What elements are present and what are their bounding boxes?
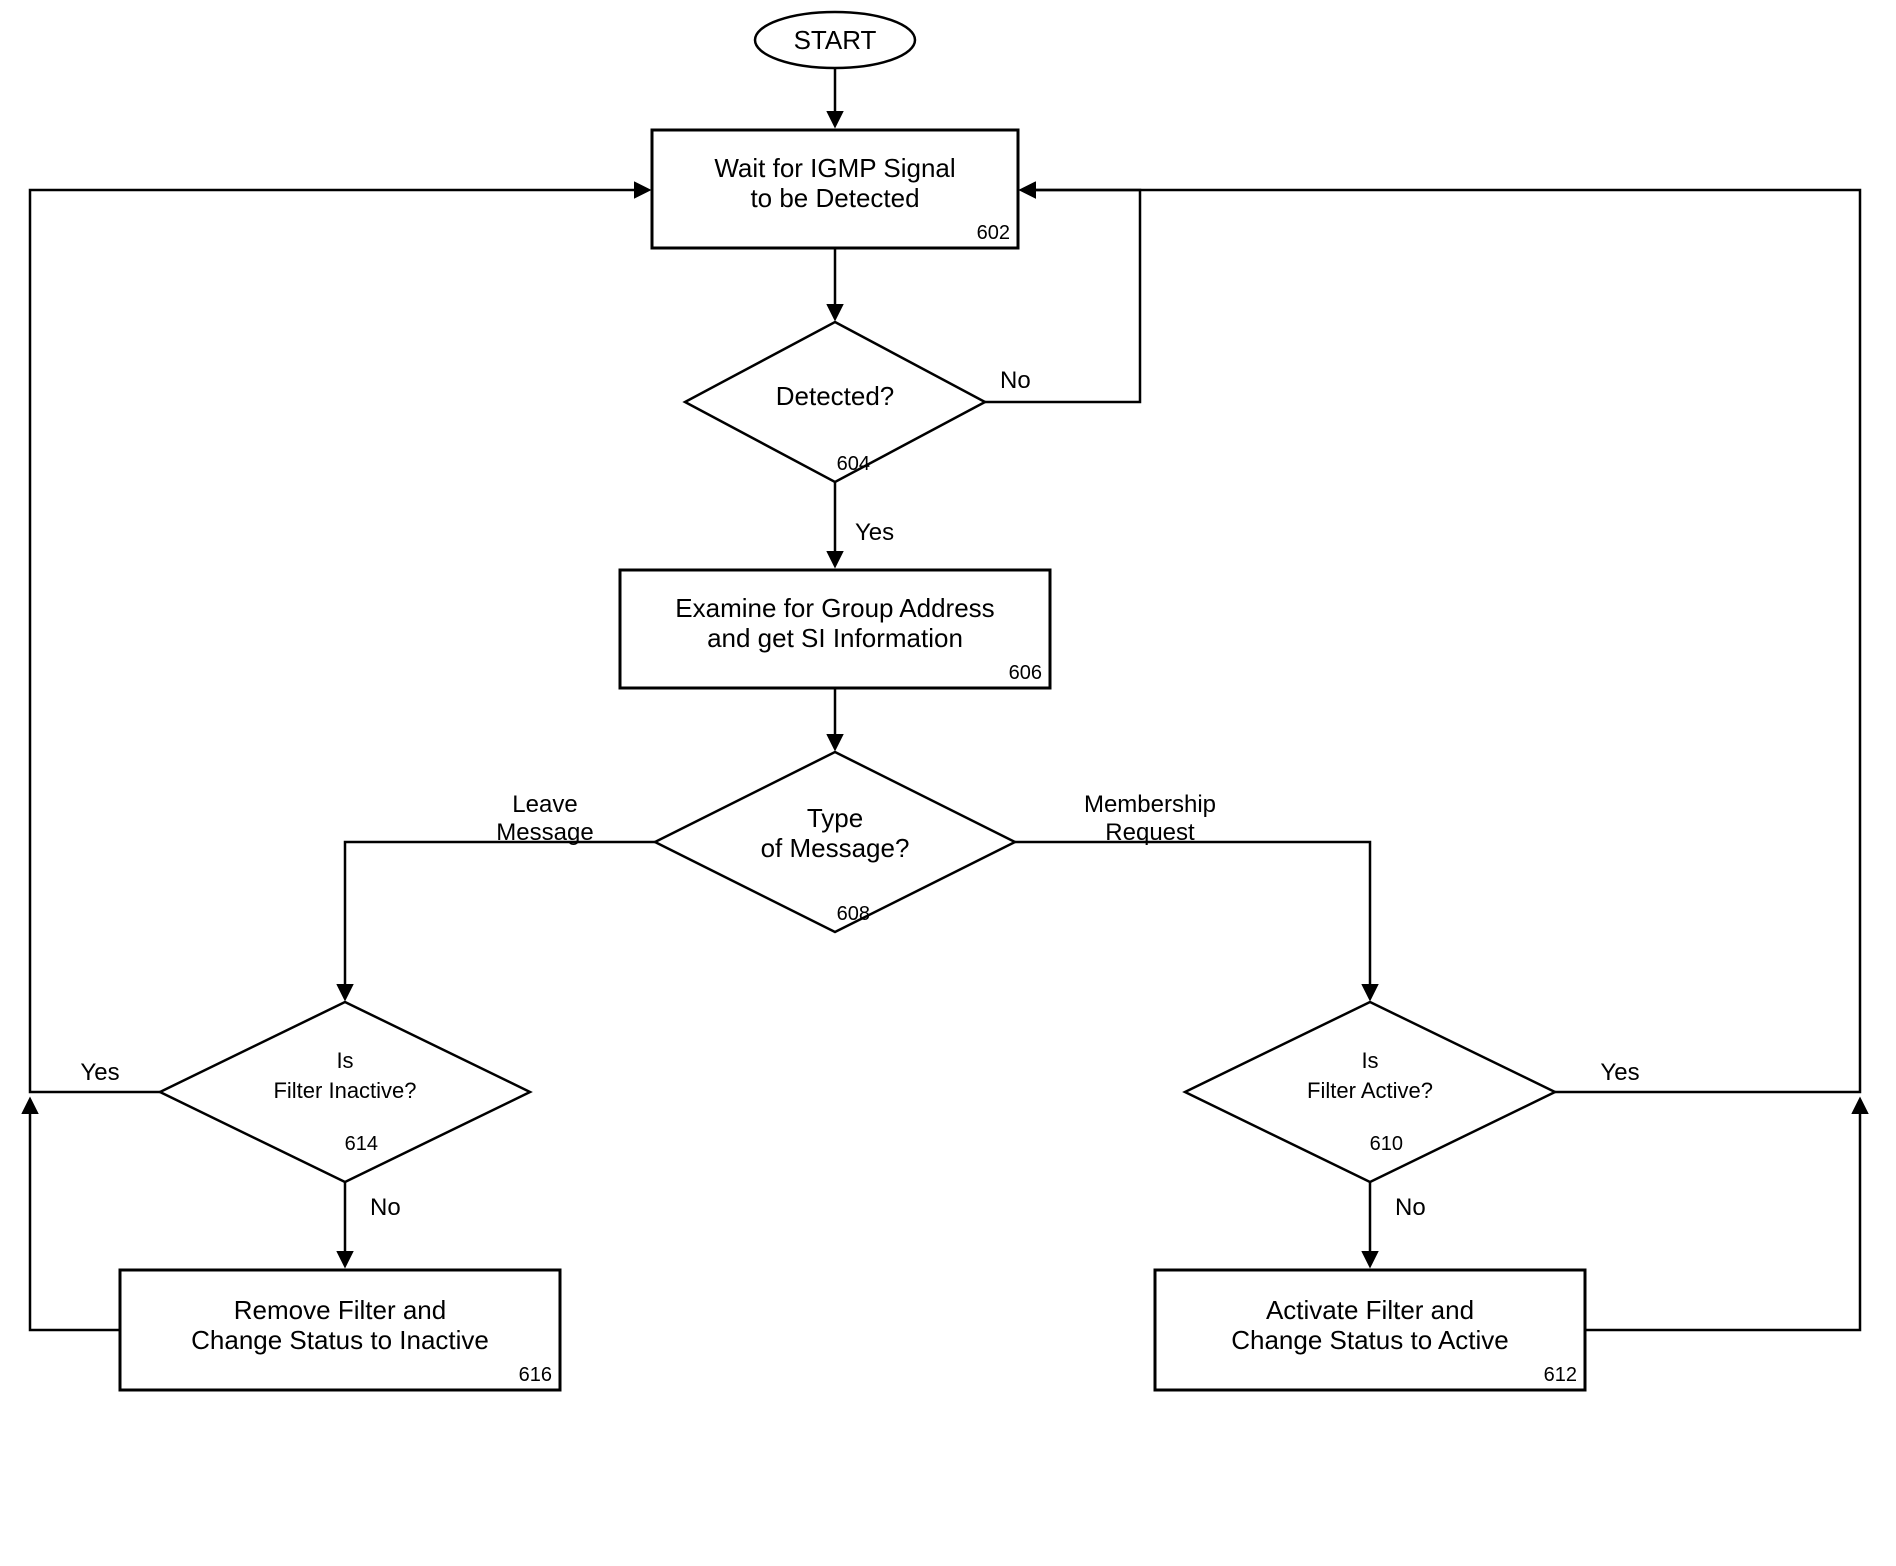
node-616-line2: Change Status to Inactive <box>191 1325 489 1355</box>
edge-608-mem-l1: Membership <box>1084 791 1216 818</box>
edge-610-no-label: No <box>1395 1194 1426 1221</box>
node-608-ref: 608 <box>837 903 870 925</box>
node-612-ref: 612 <box>1544 1364 1577 1386</box>
node-612-line2: Change Status to Active <box>1231 1325 1509 1355</box>
edge-608-leave-l2: Message <box>496 819 593 846</box>
edge-616-return <box>30 1100 120 1330</box>
edge-614-yes-label: Yes <box>80 1059 119 1086</box>
node-606-line2: and get SI Information <box>707 623 963 653</box>
node-606: Examine for Group Address and get SI Inf… <box>620 570 1050 688</box>
node-608-line2: of Message? <box>761 833 910 863</box>
node-602-ref: 602 <box>977 222 1010 244</box>
node-614-line1: Is <box>336 1048 353 1073</box>
node-610: Is Filter Active? 610 <box>1185 1002 1555 1182</box>
node-602-line1: Wait for IGMP Signal <box>714 153 955 183</box>
edge-608-membership <box>1015 842 1370 998</box>
node-608: Type of Message? 608 <box>655 752 1015 932</box>
node-606-line1: Examine for Group Address <box>675 593 994 623</box>
edge-608-mem-l2: Request <box>1105 819 1195 846</box>
edge-610-yes-label: Yes <box>1600 1059 1639 1086</box>
node-612-line1: Activate Filter and <box>1266 1295 1474 1325</box>
node-604-ref: 604 <box>837 453 870 475</box>
edge-612-return <box>1585 1100 1860 1330</box>
edge-608-leave-l1: Leave <box>512 791 577 818</box>
start-label: START <box>794 25 877 55</box>
node-612: Activate Filter and Change Status to Act… <box>1155 1270 1585 1390</box>
edge-608-leave <box>345 842 655 998</box>
node-604: Detected? 604 <box>685 322 985 482</box>
node-602-line2: to be Detected <box>750 183 919 213</box>
node-614: Is Filter Inactive? 614 <box>160 1002 530 1182</box>
edge-604-no-label: No <box>1000 367 1031 394</box>
edge-610-yes <box>1022 190 1860 1092</box>
start-terminator: START <box>755 12 915 68</box>
edge-604-yes-label: Yes <box>855 519 894 546</box>
node-616-ref: 616 <box>519 1364 552 1386</box>
node-616: Remove Filter and Change Status to Inact… <box>120 1270 560 1390</box>
node-602: Wait for IGMP Signal to be Detected 602 <box>652 130 1018 248</box>
node-610-line2: Filter Active? <box>1307 1078 1433 1103</box>
node-608-line1: Type <box>807 803 863 833</box>
node-610-line1: Is <box>1361 1048 1378 1073</box>
edge-614-no-label: No <box>370 1194 401 1221</box>
node-610-ref: 610 <box>1370 1133 1403 1155</box>
node-606-ref: 606 <box>1009 662 1042 684</box>
node-604-line1: Detected? <box>776 381 895 411</box>
node-614-ref: 614 <box>345 1133 378 1155</box>
node-616-line1: Remove Filter and <box>234 1295 446 1325</box>
edge-614-yes <box>30 190 648 1092</box>
node-614-line2: Filter Inactive? <box>273 1078 416 1103</box>
